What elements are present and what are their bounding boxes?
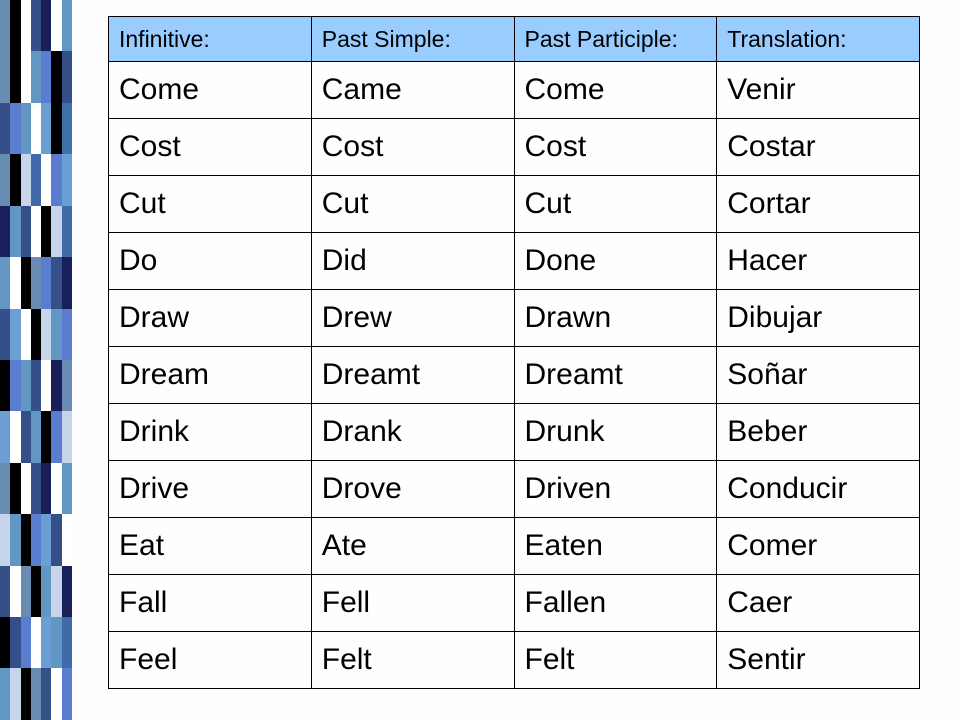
cell-past_simple: Ate [311, 518, 514, 575]
cell-translation: conducir [717, 461, 920, 518]
table-row: EatAteEatencomer [109, 518, 920, 575]
cell-infinitive: Cut [109, 176, 312, 233]
table-row: DrinkDrankDrunkbeber [109, 404, 920, 461]
cell-infinitive: Eat [109, 518, 312, 575]
cell-past_participle: Fallen [514, 575, 717, 632]
header-translation: Translation: [717, 17, 920, 62]
table-row: CostCostCostcostar [109, 119, 920, 176]
table-row: CutCutCutcortar [109, 176, 920, 233]
cell-infinitive: Drive [109, 461, 312, 518]
header-past-simple: Past Simple: [311, 17, 514, 62]
cell-past_simple: Drove [311, 461, 514, 518]
cell-translation: comer [717, 518, 920, 575]
cell-past_participle: Done [514, 233, 717, 290]
cell-translation: beber [717, 404, 920, 461]
cell-translation: soñar [717, 347, 920, 404]
cell-past_simple: Cost [311, 119, 514, 176]
decorative-stripes [0, 0, 72, 720]
table-row: FallFellFallencaer [109, 575, 920, 632]
cell-infinitive: Draw [109, 290, 312, 347]
header-infinitive: Infinitive: [109, 17, 312, 62]
cell-translation: caer [717, 575, 920, 632]
cell-translation: dibujar [717, 290, 920, 347]
cell-translation: sentir [717, 632, 920, 689]
cell-translation: venir [717, 62, 920, 119]
cell-translation: costar [717, 119, 920, 176]
cell-infinitive: Drink [109, 404, 312, 461]
table-row: DrawDrewDrawndibujar [109, 290, 920, 347]
irregular-verbs-table: Infinitive: Past Simple: Past Participle… [108, 16, 920, 689]
cell-past_simple: Did [311, 233, 514, 290]
cell-past_participle: Driven [514, 461, 717, 518]
cell-past_simple: Felt [311, 632, 514, 689]
cell-infinitive: Dream [109, 347, 312, 404]
cell-infinitive: Feel [109, 632, 312, 689]
cell-past_participle: Come [514, 62, 717, 119]
table-row: DreamDreamtDreamtsoñar [109, 347, 920, 404]
cell-infinitive: Fall [109, 575, 312, 632]
cell-infinitive: Come [109, 62, 312, 119]
cell-infinitive: Do [109, 233, 312, 290]
table-row: DoDidDonehacer [109, 233, 920, 290]
verb-table-container: Infinitive: Past Simple: Past Participle… [108, 16, 920, 689]
cell-past_participle: Drawn [514, 290, 717, 347]
cell-past_participle: Drunk [514, 404, 717, 461]
cell-past_participle: Eaten [514, 518, 717, 575]
cell-translation: hacer [717, 233, 920, 290]
cell-past_participle: Felt [514, 632, 717, 689]
cell-past_participle: Dreamt [514, 347, 717, 404]
cell-past_simple: Dreamt [311, 347, 514, 404]
header-past-participle: Past Participle: [514, 17, 717, 62]
cell-past_simple: Drank [311, 404, 514, 461]
cell-translation: cortar [717, 176, 920, 233]
table-row: FeelFeltFeltsentir [109, 632, 920, 689]
table-row: ComeCameComevenir [109, 62, 920, 119]
table-header-row: Infinitive: Past Simple: Past Participle… [109, 17, 920, 62]
cell-past_participle: Cut [514, 176, 717, 233]
cell-infinitive: Cost [109, 119, 312, 176]
cell-past_simple: Came [311, 62, 514, 119]
cell-past_simple: Fell [311, 575, 514, 632]
table-body: ComeCameComevenirCostCostCostcostarCutCu… [109, 62, 920, 689]
cell-past_simple: Cut [311, 176, 514, 233]
table-row: DriveDroveDrivenconducir [109, 461, 920, 518]
cell-past_participle: Cost [514, 119, 717, 176]
slide: Infinitive: Past Simple: Past Participle… [0, 0, 960, 720]
cell-past_simple: Drew [311, 290, 514, 347]
